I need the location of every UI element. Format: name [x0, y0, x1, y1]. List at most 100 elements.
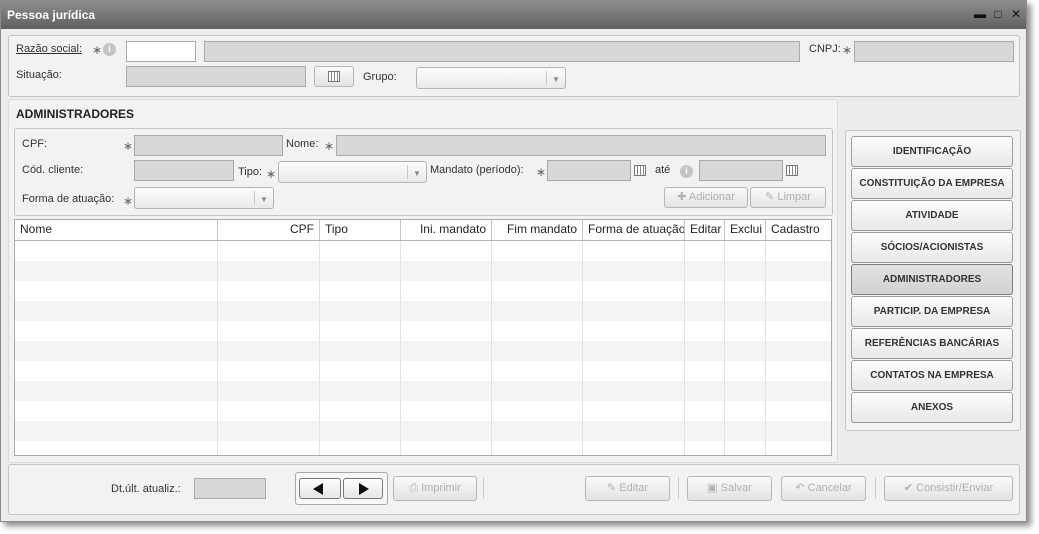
column-header[interactable]: Editar	[685, 220, 725, 240]
table-cell	[725, 421, 766, 441]
column-header[interactable]: Ini. mandato	[401, 220, 492, 240]
separator	[483, 477, 484, 499]
table-cell	[218, 341, 320, 361]
table-row[interactable]	[15, 381, 831, 401]
table-cell	[766, 341, 831, 361]
table-cell	[766, 281, 831, 301]
razao-social-input[interactable]	[204, 41, 800, 62]
tab-socios-acionistas[interactable]: SÓCIOS/ACIONISTAS	[851, 232, 1013, 263]
table-cell	[492, 361, 583, 381]
column-header[interactable]: Nome	[15, 220, 218, 240]
table-cell	[766, 321, 831, 341]
table-row[interactable]	[15, 401, 831, 421]
situacao-calendar-button[interactable]	[314, 66, 354, 87]
info-icon[interactable]: i	[103, 43, 116, 56]
tipo-select[interactable]: ▼	[278, 161, 427, 183]
cpf-input[interactable]	[134, 135, 283, 156]
consistir-enviar-button[interactable]: ✔ Consistir/Enviar	[884, 476, 1013, 501]
tab-constituicao-da-empresa[interactable]: CONSTITUIÇÃO DA EMPRESA	[851, 168, 1013, 199]
tipo-label: Tipo:	[238, 166, 263, 178]
table-row[interactable]	[15, 301, 831, 321]
table-row[interactable]	[15, 261, 831, 281]
nome-input[interactable]	[336, 135, 826, 156]
calendar-icon[interactable]	[634, 165, 646, 176]
table-cell	[401, 361, 492, 381]
table-cell	[492, 261, 583, 281]
table-cell	[320, 241, 401, 261]
table-cell	[725, 361, 766, 381]
salvar-button[interactable]: ▣ Salvar	[687, 476, 772, 501]
table-cell	[685, 281, 725, 301]
table-cell	[583, 321, 685, 341]
cnpj-input[interactable]	[854, 41, 1014, 62]
table-cell	[766, 401, 831, 421]
calendar-icon[interactable]	[786, 165, 798, 176]
calendar-icon	[328, 71, 340, 82]
table-cell	[15, 241, 218, 261]
close-icon[interactable]: ✕	[1009, 7, 1023, 21]
tab-particip-da-empresa[interactable]: PARTICIP. DA EMPRESA	[851, 296, 1013, 327]
table-cell	[15, 301, 218, 321]
column-header[interactable]: Tipo	[320, 220, 401, 240]
situacao-input[interactable]	[126, 66, 306, 87]
column-header[interactable]: Exclui	[725, 220, 766, 240]
table-cell	[320, 281, 401, 301]
mandato-end-input[interactable]	[699, 160, 783, 181]
table-cell	[15, 281, 218, 301]
editar-button[interactable]: ✎ Editar	[585, 476, 670, 501]
table-row[interactable]	[15, 421, 831, 441]
table-cell	[685, 241, 725, 261]
maximize-icon[interactable]: □	[991, 7, 1005, 21]
previous-button[interactable]	[299, 478, 341, 499]
tab-contatos-na-empresa[interactable]: CONTATOS NA EMPRESA	[851, 360, 1013, 391]
table-cell	[401, 241, 492, 261]
table-row[interactable]	[15, 241, 831, 261]
info-icon[interactable]: i	[680, 165, 693, 178]
tab-identificacao[interactable]: IDENTIFICAÇÃO	[851, 136, 1013, 167]
column-header[interactable]: Forma de atuação	[583, 220, 685, 240]
razao-social-code-input[interactable]	[126, 41, 196, 62]
adicionar-button[interactable]: ✚ Adicionar	[664, 187, 748, 208]
table-cell	[320, 261, 401, 281]
table-body	[15, 241, 831, 455]
arrow-left-icon	[313, 483, 323, 495]
cancelar-button[interactable]: ↶ Cancelar	[781, 476, 866, 501]
table-cell	[685, 361, 725, 381]
cod-cliente-input[interactable]	[134, 160, 234, 181]
table-row[interactable]	[15, 441, 831, 455]
table-cell	[725, 381, 766, 401]
table-cell	[218, 281, 320, 301]
table-cell	[492, 381, 583, 401]
table-cell	[766, 361, 831, 381]
table-row[interactable]	[15, 341, 831, 361]
tab-atividade[interactable]: ATIVIDADE	[851, 200, 1013, 231]
table-row[interactable]	[15, 361, 831, 381]
imprimir-button-label: Imprimir	[421, 482, 461, 494]
separator	[678, 477, 679, 499]
next-button[interactable]	[343, 478, 383, 499]
table-cell	[492, 401, 583, 421]
table-cell	[725, 321, 766, 341]
tab-administradores[interactable]: ADMINISTRADORES	[851, 264, 1013, 295]
table-row[interactable]	[15, 321, 831, 341]
table-cell	[583, 241, 685, 261]
consistir-enviar-button-label: Consistir/Enviar	[916, 482, 994, 494]
grupo-select[interactable]: ▼	[416, 67, 566, 89]
chevron-down-icon: ▼	[552, 75, 560, 84]
minimize-icon[interactable]: ▬	[973, 7, 987, 21]
column-header[interactable]: Fim mandato	[492, 220, 583, 240]
forma-atuacao-select[interactable]: ▼	[134, 187, 274, 209]
required-mark: ∗	[266, 167, 277, 181]
table-cell	[492, 441, 583, 455]
table-cell	[685, 401, 725, 421]
mandato-start-input[interactable]	[547, 160, 631, 181]
column-header[interactable]: CPF	[218, 220, 320, 240]
tab-referencias-bancarias[interactable]: REFERÊNCIAS BANCÁRIAS	[851, 328, 1013, 359]
column-header[interactable]: Cadastro	[766, 220, 831, 240]
administradores-table[interactable]: Nome CPF Tipo Ini. mandato Fim mandato F…	[14, 219, 832, 456]
limpar-button[interactable]: ✎ Limpar	[750, 187, 826, 208]
table-cell	[401, 341, 492, 361]
table-row[interactable]	[15, 281, 831, 301]
imprimir-button[interactable]: ⎙ Imprimir	[393, 476, 477, 501]
tab-anexos[interactable]: ANEXOS	[851, 392, 1013, 423]
